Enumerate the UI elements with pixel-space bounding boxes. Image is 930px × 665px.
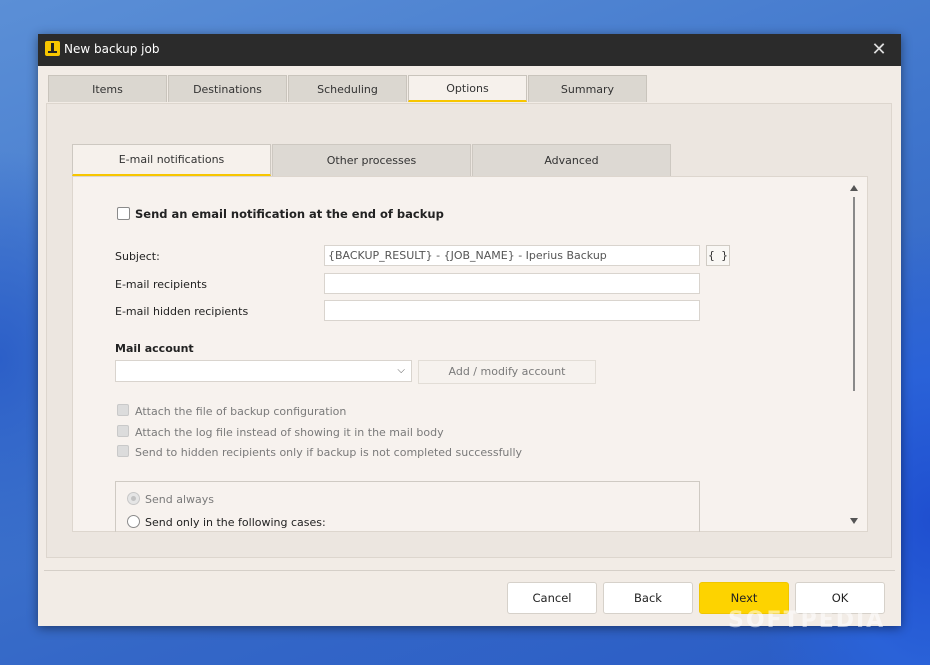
tab-destinations[interactable]: Destinations xyxy=(168,75,287,102)
attach-log-checkbox[interactable] xyxy=(117,425,129,437)
send-email-checkbox[interactable] xyxy=(117,207,130,220)
attach-log-label: Attach the log file instead of showing i… xyxy=(135,426,444,439)
attach-config-checkbox[interactable] xyxy=(117,404,129,416)
send-always-radio[interactable] xyxy=(127,492,140,505)
hidden-recipients-field[interactable] xyxy=(324,300,700,321)
hidden-recipients-label: E-mail hidden recipients xyxy=(115,305,249,318)
scroll-thumb[interactable] xyxy=(853,197,855,391)
chevron-down-icon: ⌵ xyxy=(397,365,405,376)
close-icon[interactable]: ✕ xyxy=(867,38,891,62)
send-cases-label: Send only in the following cases: xyxy=(145,516,326,529)
tab-scheduling[interactable]: Scheduling xyxy=(288,75,407,102)
add-modify-account-button[interactable]: Add / modify account xyxy=(418,360,596,384)
send-email-label: Send an email notification at the end of… xyxy=(135,207,444,221)
window-title: New backup job xyxy=(64,42,160,56)
mail-account-label: Mail account xyxy=(115,342,194,355)
scroll-up-arrow-icon[interactable] xyxy=(850,185,858,191)
watermark: SOFTPEDIA xyxy=(728,608,886,633)
hidden-only-checkbox[interactable] xyxy=(117,445,129,457)
subject-field[interactable]: {BACKUP_RESULT} - {JOB_NAME} - Iperius B… xyxy=(324,245,700,266)
title-bar: New backup job ✕ xyxy=(38,34,901,66)
hidden-only-label: Send to hidden recipients only if backup… xyxy=(135,446,523,459)
attach-config-label: Attach the file of backup configuration xyxy=(135,405,347,418)
back-button[interactable]: Back xyxy=(603,582,693,614)
footer-separator xyxy=(44,570,895,571)
tab-summary[interactable]: Summary xyxy=(528,75,647,102)
subject-label: Subject: xyxy=(115,250,160,263)
panel-bottom-edge xyxy=(72,532,868,544)
subtab-other-processes[interactable]: Other processes xyxy=(272,144,471,176)
subtab-email-notifications[interactable]: E-mail notifications xyxy=(72,144,271,176)
tab-items[interactable]: Items xyxy=(48,75,167,102)
send-cases-radio[interactable] xyxy=(127,515,140,528)
cancel-button[interactable]: Cancel xyxy=(507,582,597,614)
recipients-label: E-mail recipients xyxy=(115,278,207,291)
scroll-down-arrow-icon[interactable] xyxy=(850,518,858,524)
send-always-label: Send always xyxy=(145,493,214,506)
vertical-scrollbar[interactable] xyxy=(846,179,860,529)
tab-options[interactable]: Options xyxy=(408,75,527,102)
iperius-app-icon xyxy=(45,41,60,56)
subtab-advanced[interactable]: Advanced xyxy=(472,144,671,176)
insert-variable-button[interactable]: { } xyxy=(706,245,730,266)
recipients-field[interactable] xyxy=(324,273,700,294)
mail-account-select[interactable]: ⌵ xyxy=(115,360,412,382)
